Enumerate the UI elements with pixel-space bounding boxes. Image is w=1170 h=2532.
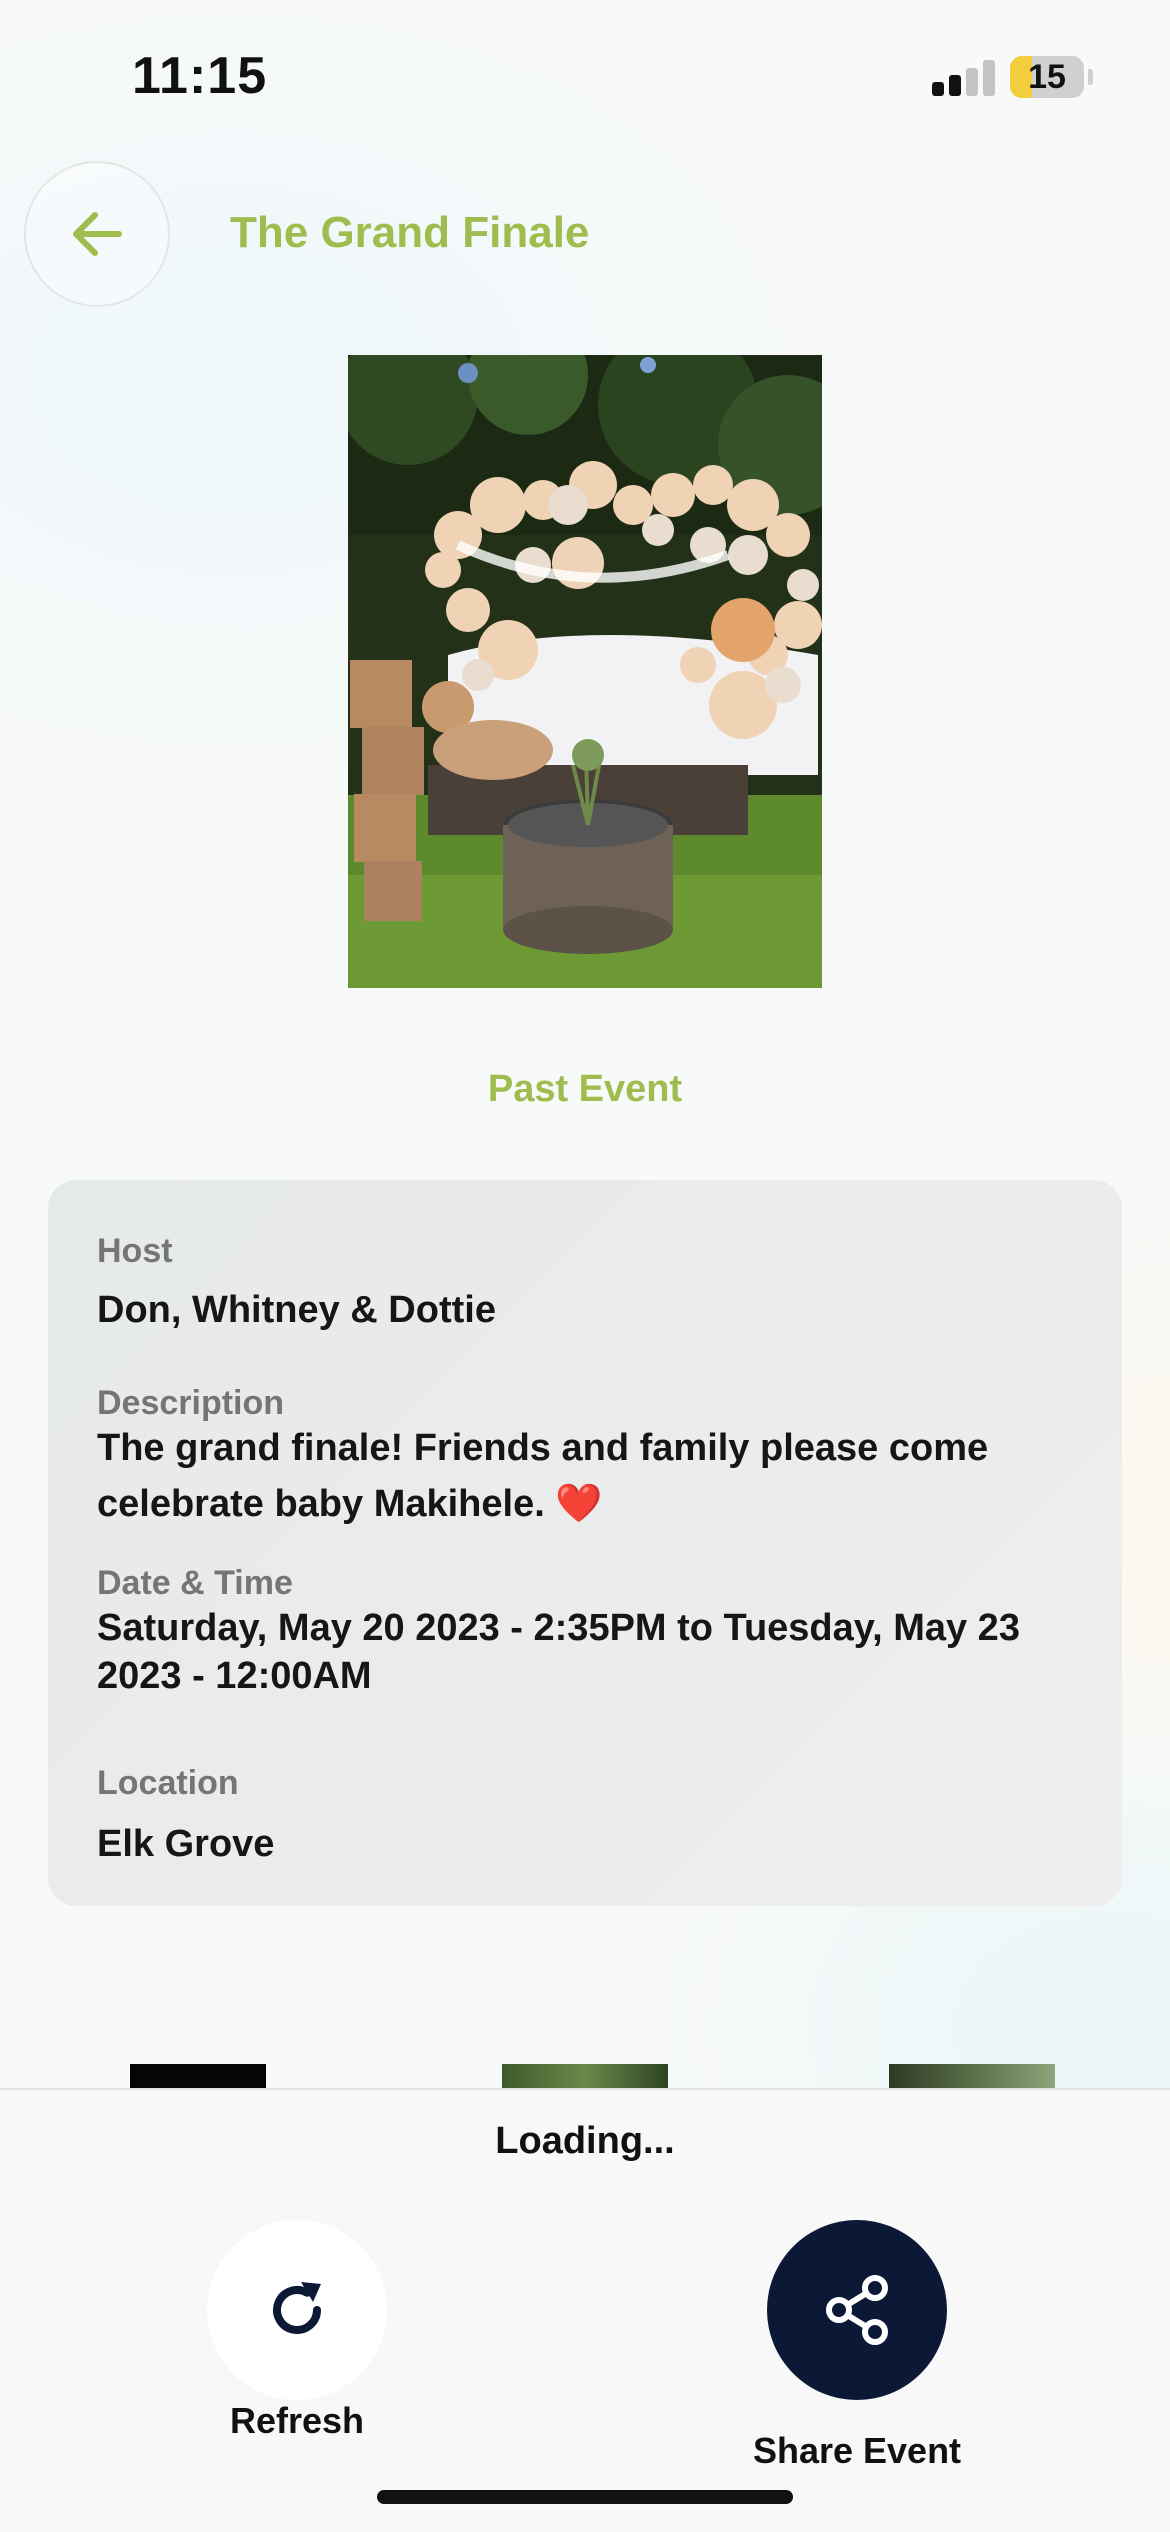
back-button[interactable]: [24, 161, 170, 307]
attachment-thumbnails: [0, 2064, 1170, 2088]
location-label: Location: [97, 1764, 239, 1802]
page-title: The Grand Finale: [230, 208, 590, 257]
share-icon: [826, 2275, 888, 2345]
cellular-signal-icon: [932, 60, 996, 96]
event-details-card: Host Don, Whitney & Dottie Description T…: [48, 1180, 1122, 1906]
description-value: The grand finale! Friends and family ple…: [97, 1427, 989, 1525]
refresh-icon: [273, 2282, 321, 2334]
refresh-label[interactable]: Refresh: [197, 2400, 397, 2442]
share-button[interactable]: [767, 2220, 947, 2400]
host-label: Host: [97, 1232, 173, 1270]
datetime-label: Date & Time: [97, 1564, 293, 1602]
thumbnail[interactable]: [502, 2064, 668, 2088]
battery-percent: 15: [1028, 57, 1066, 96]
description-label: Description: [97, 1384, 285, 1422]
battery-tip: [1088, 69, 1093, 85]
arrow-left-icon: [73, 212, 122, 256]
battery-icon: 15: [1010, 56, 1084, 98]
share-label[interactable]: Share Event: [707, 2430, 1007, 2472]
status-bar: 11:15 15: [0, 0, 1170, 140]
home-indicator[interactable]: [377, 2490, 793, 2504]
thumbnail[interactable]: [889, 2064, 1055, 2088]
location-value: Elk Grove: [97, 1823, 275, 1865]
status-time: 11:15: [132, 47, 268, 105]
event-photo: [348, 355, 822, 988]
host-value: Don, Whitney & Dottie: [97, 1289, 496, 1331]
event-status-label: Past Event: [487, 1068, 683, 1110]
refresh-button[interactable]: [207, 2220, 387, 2400]
loading-text: Loading...: [495, 2120, 675, 2162]
datetime-value: Saturday, May 20 2023 - 2:35PM to Tuesda…: [97, 1607, 1020, 1697]
thumbnail[interactable]: [130, 2064, 266, 2088]
